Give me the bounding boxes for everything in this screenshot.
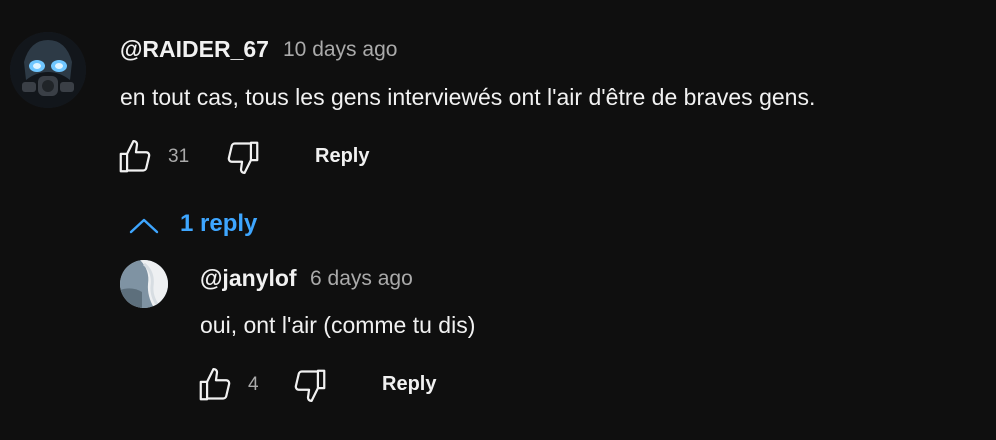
comment-text: en tout cas, tous les gens interviewés o… (120, 84, 816, 110)
replies-toggle-label: 1 reply (180, 210, 258, 237)
like-count: 31 (168, 146, 190, 167)
reply-text: oui, ont l'air (comme tu dis) (200, 312, 476, 338)
commenter-avatar[interactable] (10, 32, 86, 108)
comment-timestamp[interactable]: 10 days ago (283, 38, 397, 62)
reply-like-button[interactable] (196, 366, 234, 404)
thumbs-down-icon (294, 369, 326, 402)
thumbs-up-icon (119, 140, 151, 173)
gas-mask-avatar-icon (10, 32, 86, 108)
reply-like-count: 4 (248, 374, 259, 395)
reply-author[interactable]: @janylof (200, 265, 297, 292)
reply-timestamp[interactable]: 6 days ago (310, 267, 413, 291)
like-button[interactable] (116, 138, 154, 176)
reply-dislike-button[interactable] (291, 366, 329, 404)
chevron-up-icon (129, 218, 159, 234)
thumbs-up-icon (199, 368, 231, 401)
thumbs-down-icon (227, 141, 259, 174)
comment-author[interactable]: @RAIDER_67 (120, 36, 269, 63)
reply-author-avatar[interactable] (120, 260, 168, 308)
dislike-button[interactable] (224, 138, 262, 176)
profile-photo-icon (120, 260, 168, 308)
reply-button[interactable]: Reply (315, 145, 369, 168)
reply-reply-button[interactable]: Reply (382, 373, 436, 396)
replies-toggle[interactable]: 1 reply (128, 208, 268, 242)
